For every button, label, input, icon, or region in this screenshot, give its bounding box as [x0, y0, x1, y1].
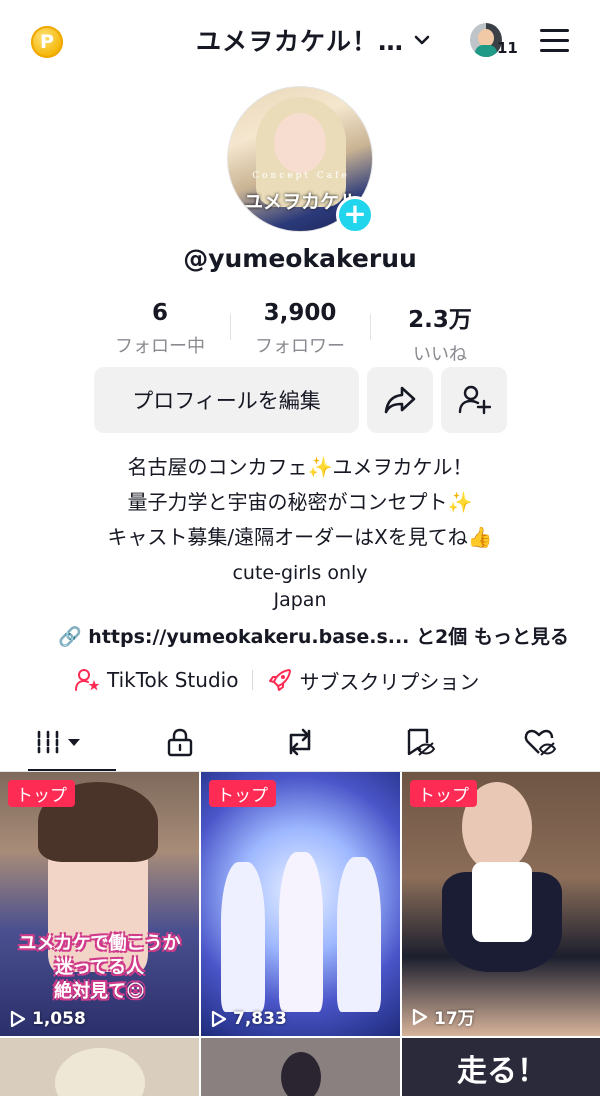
bio-line: 名古屋のコンカフェ✨ユメヲカケル！: [127, 455, 473, 479]
thumbnail-figure: [337, 857, 381, 1012]
view-count-value: 1,058: [32, 1009, 86, 1029]
pinned-badge: トップ: [209, 780, 276, 807]
username: @yumeokakeruu: [183, 244, 417, 273]
play-icon: [211, 1010, 227, 1028]
menu-icon[interactable]: [540, 29, 569, 52]
tiktok-studio-link[interactable]: TikTok Studio: [75, 668, 238, 692]
bio-line-en: Japan: [273, 589, 327, 611]
edit-profile-button[interactable]: プロフィールを編集: [94, 367, 359, 433]
content-tabs: [0, 712, 600, 772]
video-thumbnail[interactable]: 走る！: [402, 1038, 600, 1096]
repost-icon: [289, 728, 311, 756]
caption-line: 迷ってる人: [54, 957, 145, 978]
profile-actions: プロフィールを編集: [94, 367, 507, 433]
likes-label: いいね: [413, 344, 467, 365]
studio-icon: [75, 669, 100, 691]
view-count: 17万: [412, 1004, 475, 1029]
tab-liked[interactable]: [480, 712, 600, 772]
divider: [230, 314, 231, 340]
video-thumbnail[interactable]: トップ 17万: [402, 772, 600, 1036]
caption-line: 絶対見て☺: [54, 981, 145, 1002]
notification-count: 11: [497, 39, 518, 57]
lock-icon: [167, 728, 193, 757]
add-story-button[interactable]: +: [336, 196, 374, 234]
share-icon: [384, 386, 416, 414]
avatar-caption: Concept Cafe: [252, 171, 350, 181]
link-url: https://yumeokakeru.base.s...: [88, 626, 410, 648]
thumbnail-apron: [472, 862, 532, 942]
pinned-badge: トップ: [410, 780, 477, 807]
stats-row: 6 フォロー中 3,900 フォロワー 2.3万 いいね: [90, 296, 510, 365]
rocket-icon: [269, 669, 292, 691]
video-grid: トップ ユメカケで働こうか 迷ってる人 絶対見て☺ 1,058 トップ 7,83…: [0, 772, 600, 1096]
link-more-count: と2個: [416, 626, 468, 648]
chevron-down-icon: [414, 35, 430, 45]
likes-stat[interactable]: 2.3万 いいね: [370, 296, 510, 365]
subscription-label: サブスクリプション: [299, 669, 480, 694]
followers-count: 3,900: [263, 300, 337, 326]
tab-reposts[interactable]: [240, 712, 360, 772]
video-caption: ユメカケで働こうか 迷ってる人 絶対見て☺: [0, 932, 199, 1004]
add-friend-button[interactable]: [441, 367, 507, 433]
link-icon: 🔗: [58, 626, 82, 648]
bookmark-hidden-icon: [407, 728, 436, 756]
video-caption: 走る！: [457, 1054, 547, 1089]
video-thumbnail[interactable]: [0, 1038, 199, 1096]
following-count: 6: [151, 300, 168, 326]
following-stat[interactable]: 6 フォロー中: [90, 296, 230, 360]
add-user-icon: [458, 385, 491, 415]
profile-link[interactable]: 🔗 https://yumeokakeru.base.s... と2個 もっと見…: [58, 622, 569, 649]
divider: [252, 670, 254, 690]
followers-label: フォロワー: [255, 336, 345, 357]
profile-extras: TikTok Studio サブスクリプション: [75, 665, 479, 695]
thumbnail-head: [55, 1048, 145, 1096]
coin-icon[interactable]: P: [31, 26, 63, 58]
following-label: フォロー中: [115, 336, 205, 357]
thumbnail-figure: [221, 862, 265, 1012]
show-more-link[interactable]: もっと見る: [474, 626, 569, 648]
top-bar: P ユメヲカケル！… 11: [0, 0, 600, 84]
likes-count: 2.3万: [408, 307, 472, 333]
view-count: 1,058: [10, 1009, 86, 1029]
video-thumbnail[interactable]: トップ ユメカケで働こうか 迷ってる人 絶対見て☺ 1,058: [0, 772, 199, 1036]
play-icon: [412, 1008, 428, 1025]
tab-private[interactable]: [120, 712, 240, 772]
tab-videos[interactable]: [0, 712, 120, 772]
video-thumbnail[interactable]: [201, 1038, 400, 1096]
bio-line: キャスト募集/遠隔オーダーはXを見てね👍: [107, 525, 493, 549]
profile-bio: 名古屋のコンカフェ✨ユメヲカケル！ 量子力学と宇宙の秘密がコンセプト✨ キャスト…: [0, 450, 600, 614]
account-switcher[interactable]: ユメヲカケル！…: [196, 22, 430, 58]
heart-hidden-icon: [524, 729, 557, 756]
tab-favorites[interactable]: [360, 712, 480, 772]
video-thumbnail[interactable]: トップ 7,833: [201, 772, 400, 1036]
grid-icon: [37, 730, 80, 754]
account-title: ユメヲカケル！…: [196, 27, 405, 56]
thumbnail-head: [281, 1052, 321, 1096]
pinned-badge: トップ: [8, 780, 75, 807]
caption-line: ユメカケで働こうか: [18, 933, 181, 954]
thumbnail-figure: [279, 852, 323, 1012]
view-count-value: 7,833: [233, 1009, 287, 1029]
subscription-link[interactable]: サブスクリプション: [267, 666, 479, 695]
bio-line: cute-girls only Japan: [0, 560, 600, 614]
divider: [370, 314, 371, 340]
view-count-value: 17万: [434, 1009, 475, 1029]
followers-stat[interactable]: 3,900 フォロワー: [230, 296, 370, 360]
view-count: 7,833: [211, 1009, 287, 1029]
share-profile-button[interactable]: [367, 367, 433, 433]
play-icon: [10, 1010, 26, 1028]
bio-line: 量子力学と宇宙の秘密がコンセプト✨: [127, 490, 473, 514]
tiktok-studio-label: TikTok Studio: [107, 668, 239, 692]
bio-line-en: cute-girls only: [232, 562, 368, 584]
